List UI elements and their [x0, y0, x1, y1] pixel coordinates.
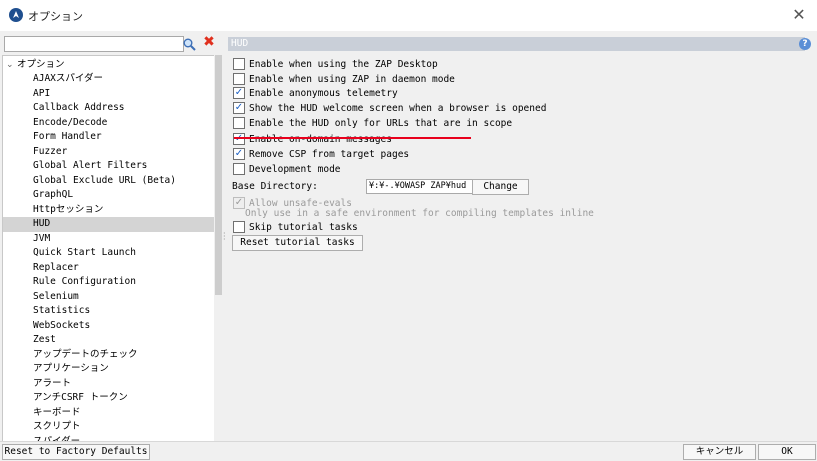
tree-item[interactable]: HUD	[3, 217, 215, 232]
dialog-footer: Reset to Factory Defaults キャンセル OK	[0, 441, 817, 461]
tree-item[interactable]: Fuzzer	[3, 145, 215, 160]
hud-option-row[interactable]: Enable when using the ZAP Desktop	[233, 57, 438, 71]
tree-item[interactable]: Global Alert Filters	[3, 159, 215, 174]
options-search-input[interactable]	[4, 36, 184, 52]
skip-tutorial-label: Skip tutorial tasks	[249, 222, 358, 233]
hud-option-checkbox[interactable]	[233, 162, 245, 175]
hud-option-row[interactable]: Enable when using ZAP in daemon mode	[233, 72, 455, 86]
hud-option-row[interactable]: ✓ Show the HUD welcome screen when a brow…	[233, 101, 547, 115]
search-icon[interactable]	[183, 38, 196, 51]
hud-option-row[interactable]: Development mode	[233, 162, 341, 176]
tree-item[interactable]: アップデートのチェック	[3, 348, 215, 363]
tree-item[interactable]: Encode/Decode	[3, 116, 215, 131]
change-button[interactable]: Change	[472, 179, 529, 195]
tree-scrollbar-thumb[interactable]	[215, 55, 222, 295]
tree-scrollbar[interactable]	[214, 55, 223, 442]
tree-item[interactable]: Global Exclude URL (Beta)	[3, 174, 215, 189]
base-directory-label: Base Directory:	[232, 181, 318, 192]
hud-option-checkbox[interactable]: ✓	[233, 101, 245, 114]
hud-option-label: Enable on-domain messages	[249, 134, 392, 145]
hud-option-label: Enable anonymous telemetry	[249, 88, 398, 99]
window-title: オプション	[28, 10, 83, 23]
tree-item[interactable]: GraphQL	[3, 188, 215, 203]
unsafe-evals-checkbox[interactable]: ✓	[233, 196, 245, 209]
hud-option-row[interactable]: ✓Enable on-domain messages	[233, 132, 392, 146]
chevron-down-icon[interactable]: ⌄	[6, 58, 16, 72]
clear-search-icon[interactable]: ✖	[202, 35, 216, 49]
unsafe-evals-note: Only use in a safe environment for compi…	[245, 208, 594, 219]
tree-item[interactable]: Rule Configuration	[3, 275, 215, 290]
tree-item[interactable]: JVM	[3, 232, 215, 247]
reset-tutorial-button[interactable]: Reset tutorial tasks	[232, 235, 363, 251]
hud-option-checkbox[interactable]	[233, 116, 245, 129]
zap-app-icon	[9, 8, 23, 22]
cancel-button[interactable]: キャンセル	[683, 444, 756, 460]
options-tree: ⌄ オプション AJAXスパイダー API Callback Address Enco…	[2, 55, 216, 442]
tree-item[interactable]: Httpセッション	[3, 203, 215, 218]
hud-option-label: Enable when using the ZAP Desktop	[249, 59, 438, 70]
hud-option-row[interactable]: Enable the HUD only for URLs that are in…	[233, 116, 513, 130]
hud-options-panel: HUD ? Enable when using the ZAP Desktop E…	[226, 31, 817, 441]
options-navigation-pane: ✖ ⌄ オプション AJAXスパイダー API Callback Address En…	[0, 31, 223, 442]
tree-item[interactable]: Replacer	[3, 261, 215, 276]
panel-header: HUD	[228, 37, 805, 51]
tree-item[interactable]: Form Handler	[3, 130, 215, 145]
highlight-underline	[234, 137, 471, 139]
tree-item[interactable]: Zest	[3, 333, 215, 348]
hud-option-row[interactable]: ✓ Remove CSP from target pages	[233, 147, 410, 161]
hud-option-checkbox[interactable]: ✓	[233, 147, 245, 160]
tree-item[interactable]: API	[3, 87, 215, 102]
tree-item[interactable]: キーボード	[3, 406, 215, 421]
hud-option-label: Show the HUD welcome screen when a brows…	[249, 103, 547, 114]
skip-tutorial-option[interactable]: Skip tutorial tasks	[233, 220, 358, 234]
skip-tutorial-checkbox[interactable]	[233, 220, 245, 233]
hud-option-label: Enable the HUD only for URLs that are in…	[249, 118, 513, 129]
tree-item[interactable]: Quick Start Launch	[3, 246, 215, 261]
tree-item[interactable]: Callback Address	[3, 101, 215, 116]
tree-item[interactable]: アプリケーション	[3, 362, 215, 377]
tree-item[interactable]: Statistics	[3, 304, 215, 319]
tree-item[interactable]: アンチCSRF トークン	[3, 391, 215, 406]
hud-option-checkbox[interactable]	[233, 57, 245, 70]
hud-option-row[interactable]: ✓ Enable anonymous telemetry	[233, 86, 398, 100]
help-icon[interactable]: ?	[799, 38, 811, 50]
reset-factory-defaults-button[interactable]: Reset to Factory Defaults	[2, 444, 150, 460]
title-bar: オプション ✕	[0, 0, 817, 32]
options-tree-list: AJAXスパイダー API Callback Address Encode/Decod…	[3, 72, 215, 441]
close-icon[interactable]: ✕	[789, 5, 809, 25]
tree-item[interactable]: AJAXスパイダー	[3, 72, 215, 87]
hud-option-label: Enable when using ZAP in daemon mode	[249, 74, 455, 85]
base-directory-field[interactable]: ¥:¥-.¥OWASP ZAP¥hud	[366, 179, 473, 194]
tree-item[interactable]: WebSockets	[3, 319, 215, 334]
hud-option-label: Remove CSP from target pages	[249, 149, 410, 160]
tree-root-label: オプション	[17, 59, 65, 70]
tree-item[interactable]: スクリプト	[3, 420, 215, 435]
hud-option-checkbox[interactable]	[233, 72, 245, 85]
ok-button[interactable]: OK	[758, 444, 816, 460]
hud-option-label: Development mode	[249, 164, 341, 175]
tree-item[interactable]: Selenium	[3, 290, 215, 305]
tree-item[interactable]: アラート	[3, 377, 215, 392]
hud-option-checkbox[interactable]: ✓	[233, 86, 245, 99]
